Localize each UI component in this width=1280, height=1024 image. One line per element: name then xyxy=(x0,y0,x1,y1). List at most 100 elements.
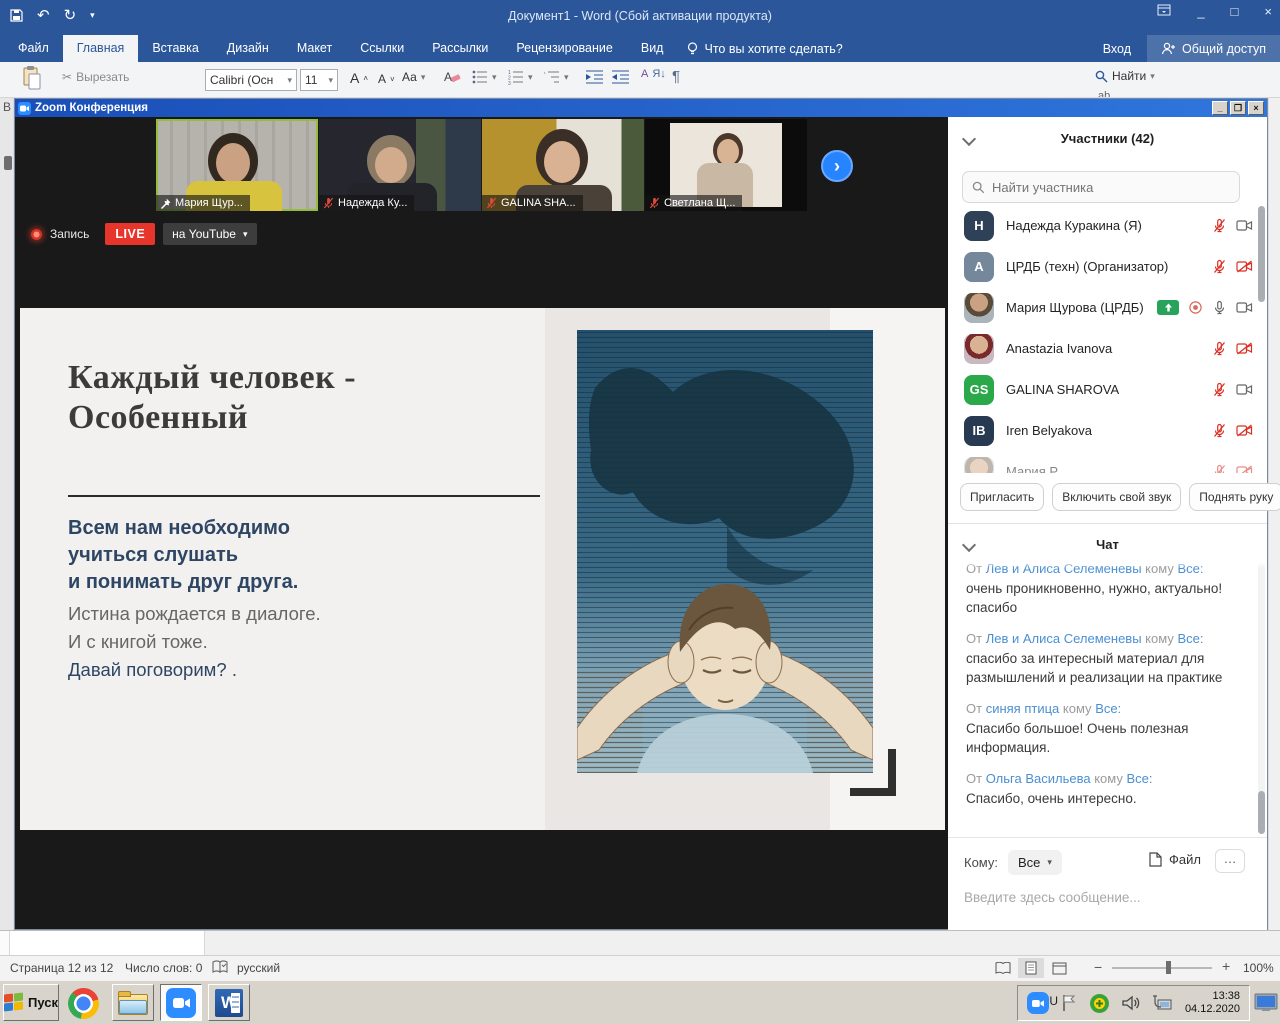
web-layout-button[interactable] xyxy=(1046,958,1072,978)
participant-row[interactable]: IB Iren Belyakova xyxy=(948,410,1267,451)
zoom-percentage[interactable]: 100% xyxy=(1243,961,1274,975)
language-indicator[interactable]: русский xyxy=(237,961,280,975)
send-file-button[interactable]: Файл xyxy=(1149,852,1201,867)
participant-row[interactable]: Мария Р... xyxy=(948,451,1267,473)
recipient-select[interactable]: Все ▾ xyxy=(1008,850,1062,875)
tab-layout[interactable]: Макет xyxy=(283,35,346,62)
avatar xyxy=(964,457,994,474)
zoom-slider-thumb[interactable] xyxy=(1166,961,1171,974)
chat-sender[interactable]: Ольга Васильева xyxy=(986,771,1091,786)
network-tray-icon[interactable] xyxy=(1152,994,1174,1013)
cut-button[interactable]: ✂ Вырезать xyxy=(62,70,129,84)
participant-row[interactable]: Н Надежда Куракина (Я) xyxy=(948,205,1267,246)
shrink-font-button[interactable]: А˅ xyxy=(378,72,395,86)
share-button[interactable]: Общий доступ xyxy=(1147,35,1280,62)
font-name-select[interactable]: Calibri (Осн▾ xyxy=(205,69,297,91)
zoom-out-button[interactable]: − xyxy=(1094,959,1102,975)
avatar: А xyxy=(964,252,994,282)
zoom-app-icon xyxy=(18,102,31,115)
camera-on-icon xyxy=(1236,383,1253,396)
multilevel-list-button[interactable]: ¹▾ xyxy=(544,69,569,85)
word-close-button[interactable]: × xyxy=(1264,4,1272,19)
zoom-minimize-button[interactable]: _ xyxy=(1212,101,1228,115)
participant-search-box[interactable] xyxy=(962,171,1240,203)
zoom-in-button[interactable]: + xyxy=(1222,958,1230,974)
ribbon-display-options-icon[interactable] xyxy=(1157,4,1171,19)
sort-button[interactable]: АЯ↓ xyxy=(641,68,666,80)
change-case-button[interactable]: Аа▾ xyxy=(402,70,425,84)
participants-scrollbar[interactable] xyxy=(1258,206,1265,302)
file-explorer-taskbar-button[interactable] xyxy=(112,984,154,1021)
proofing-icon[interactable] xyxy=(212,959,228,975)
raise-hand-button[interactable]: Поднять руку xyxy=(1189,483,1280,511)
flag-tray-icon[interactable] xyxy=(1060,993,1078,1013)
avatar: Н xyxy=(964,211,994,241)
tell-me-box[interactable]: Что вы хотите сделать? xyxy=(677,35,852,62)
word-minimize-button[interactable]: _ xyxy=(1197,4,1204,19)
start-button[interactable]: Пуск xyxy=(3,984,59,1021)
word-taskbar-button[interactable]: W xyxy=(208,984,250,1021)
participant-row[interactable]: Мария Щурова (ЦРДБ) xyxy=(948,287,1267,328)
mic-muted-icon xyxy=(1212,218,1227,233)
video-thumbnail-1[interactable]: Мария Щур... xyxy=(156,119,318,211)
pilcrow-button[interactable]: ¶ xyxy=(672,68,680,85)
find-button[interactable]: Найти▾ xyxy=(1095,69,1155,83)
zoom-tray-icon[interactable] xyxy=(1027,992,1049,1014)
zoom-maximize-button[interactable]: ❐ xyxy=(1230,101,1246,115)
sign-in-button[interactable]: Вход xyxy=(1087,42,1147,56)
tab-file[interactable]: Файл xyxy=(0,35,63,62)
video-thumbnail-4[interactable]: Светлана Щ... xyxy=(645,119,807,211)
tab-references[interactable]: Ссылки xyxy=(346,35,418,62)
clear-formatting-button[interactable]: A xyxy=(443,68,461,86)
chat-more-button[interactable]: … xyxy=(1215,849,1245,873)
video-thumbnail-2[interactable]: Надежда Ку... xyxy=(319,119,481,211)
zoom-titlebar[interactable]: Zoom Конференция _ ❐ × xyxy=(15,99,1267,117)
chat-sender[interactable]: Лев и Алиса Селеменевы xyxy=(986,561,1142,576)
word-count[interactable]: Число слов: 0 xyxy=(125,961,202,975)
numbered-list-button[interactable]: 123▾ xyxy=(508,69,533,85)
increase-indent-button[interactable] xyxy=(612,69,629,85)
antivirus-tray-icon[interactable] xyxy=(1089,993,1110,1014)
person-add-icon xyxy=(1161,42,1176,55)
youtube-stream-button[interactable]: на YouTube ▾ xyxy=(163,223,256,245)
zoom-close-button[interactable]: × xyxy=(1248,101,1264,115)
camera-on-icon xyxy=(1236,219,1253,232)
tab-design[interactable]: Дизайн xyxy=(213,35,283,62)
invite-button[interactable]: Пригласить xyxy=(960,483,1044,511)
participant-row[interactable]: А ЦРДБ (техн) (Организатор) xyxy=(948,246,1267,287)
tab-mailings[interactable]: Рассылки xyxy=(418,35,502,62)
chat-message-input[interactable] xyxy=(964,890,1244,905)
zoom-taskbar-button[interactable] xyxy=(160,984,202,1021)
chat-message-list[interactable]: От Лев и Алиса Селеменевы кому Все: очен… xyxy=(948,561,1267,835)
word-scrollbar[interactable] xyxy=(1268,98,1280,930)
unmute-button[interactable]: Включить свой звук xyxy=(1052,483,1181,511)
windows-taskbar: Пуск W RU 13:38 04.12.2020 xyxy=(0,980,1280,1024)
search-input[interactable] xyxy=(992,180,1230,195)
page-indicator[interactable]: Страница 12 из 12 xyxy=(10,961,113,975)
tab-insert[interactable]: Вставка xyxy=(138,35,212,62)
tab-home[interactable]: Главная xyxy=(63,35,139,62)
show-desktop-icon[interactable] xyxy=(1254,993,1278,1013)
participant-row[interactable]: Anastazia Ivanova xyxy=(948,328,1267,369)
chat-sender[interactable]: Лев и Алиса Селеменевы xyxy=(986,631,1142,646)
mic-muted-icon xyxy=(649,197,660,209)
read-mode-button[interactable] xyxy=(990,958,1016,978)
next-videos-button[interactable]: › xyxy=(821,150,853,182)
paste-button[interactable] xyxy=(22,66,42,92)
participant-row[interactable]: GS GALINA SHAROVA xyxy=(948,369,1267,410)
font-size-select[interactable]: 11▾ xyxy=(300,69,338,91)
chat-scrollbar-thumb[interactable] xyxy=(1258,791,1265,834)
chat-sender[interactable]: синяя птица xyxy=(986,701,1060,716)
word-maximize-button[interactable]: □ xyxy=(1231,4,1239,19)
bullet-list-button[interactable]: ▾ xyxy=(472,69,497,85)
tab-review[interactable]: Рецензирование xyxy=(502,35,627,62)
tray-clock[interactable]: 13:38 04.12.2020 xyxy=(1185,990,1240,1016)
chrome-taskbar-icon[interactable] xyxy=(68,988,99,1019)
decrease-indent-button[interactable] xyxy=(586,69,603,85)
print-layout-button[interactable] xyxy=(1018,958,1044,978)
grow-font-button[interactable]: А˄ xyxy=(350,70,368,86)
zoom-slider[interactable] xyxy=(1112,967,1212,969)
video-thumbnail-3[interactable]: GALINA SHA... xyxy=(482,119,644,211)
tab-view[interactable]: Вид xyxy=(627,35,678,62)
speaker-tray-icon[interactable] xyxy=(1121,994,1141,1012)
